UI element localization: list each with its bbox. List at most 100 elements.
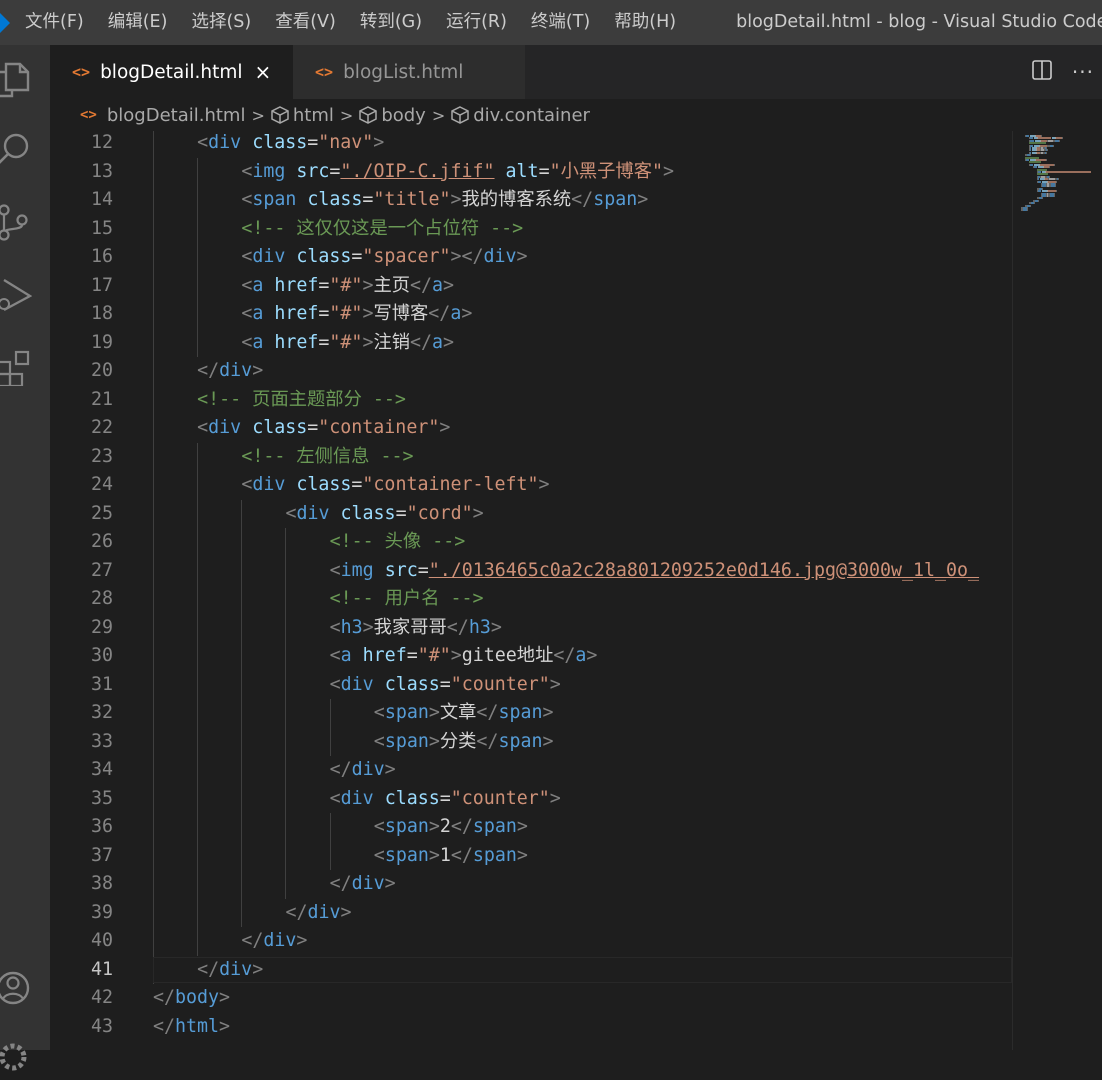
menu-item[interactable]: 编辑(E) <box>96 0 180 45</box>
source-control-icon[interactable] <box>0 197 50 247</box>
code-text: <!-- 用户名 --> <box>330 585 484 614</box>
vscode-logo-icon[interactable] <box>0 0 22 45</box>
menu-item[interactable]: 文件(F) <box>22 0 96 45</box>
code-token: </ <box>153 1015 176 1037</box>
tab-bloglist[interactable]: <> blogList.html <box>293 45 525 99</box>
code-line[interactable]: 26 <!-- 头像 --> <box>50 528 1012 557</box>
code-token: "cord" <box>406 502 473 524</box>
minimap-stroke <box>1046 171 1091 173</box>
code-editor[interactable]: 12 <div class="nav"> 13 <img src="./OIP-C.j… <box>50 131 1012 1050</box>
menu-item[interactable]: 帮助(H) <box>602 0 688 45</box>
menu-item[interactable]: 终端(T) <box>519 0 602 45</box>
code-line[interactable]: 14 <span class="title">我的博客系统</span> <box>50 186 1012 215</box>
code-token: > <box>252 958 264 980</box>
line-number: 20 <box>90 360 113 381</box>
code-line[interactable]: 41 </div> <box>50 956 1012 985</box>
code-line[interactable]: 22 <div class="container"> <box>50 414 1012 443</box>
code-line[interactable]: 29 <h3>我家哥哥</h3> <box>50 614 1012 643</box>
code-token: > <box>516 844 528 866</box>
code-token: </ <box>285 901 308 923</box>
code-line[interactable]: 12 <div class="nav"> <box>50 131 1012 158</box>
minimap-stroke <box>1030 204 1031 207</box>
breadcrumb-body[interactable]: body <box>381 105 426 126</box>
more-actions-icon[interactable]: ··· <box>1072 60 1094 84</box>
code-line[interactable]: 42 </body> <box>50 984 1012 1013</box>
code-line[interactable]: 38 </div> <box>50 870 1012 899</box>
element-cube-icon <box>271 106 289 124</box>
tab-blogdetail[interactable]: <> blogDetail.html × <box>50 45 293 99</box>
code-token: = <box>307 132 319 153</box>
code-line[interactable]: 17 <a href="#">主页</a> <box>50 272 1012 301</box>
minimap[interactable] <box>1012 131 1102 1050</box>
line-number: 22 <box>90 417 113 438</box>
code-line[interactable]: 24 <div class="container-left"> <box>50 471 1012 500</box>
menu-item[interactable]: 选择(S) <box>179 0 263 45</box>
code-line[interactable]: 39 </div> <box>50 899 1012 928</box>
code-line[interactable]: 16 <div class="spacer"></div> <box>50 243 1012 272</box>
explorer-icon[interactable] <box>0 53 50 103</box>
menu-bar: 文件(F) 编辑(E) 选择(S) 查看(V) 转到(G) 运行(R) 终端(T) 帮助(H) <box>22 0 688 45</box>
code-token: span <box>252 189 297 210</box>
code-line[interactable]: 18 <a href="#">写博客</a> <box>50 300 1012 329</box>
breadcrumb-file[interactable]: blogDetail.html <box>107 105 246 126</box>
close-icon[interactable]: × <box>255 60 272 84</box>
code-text: </div> <box>197 357 263 386</box>
breadcrumb-div-container[interactable]: div.container <box>473 105 590 126</box>
html-file-icon: <> <box>315 63 334 81</box>
code-line[interactable]: 27 <img src="./0136465c0a2c28a801209252e0… <box>50 557 1012 586</box>
code-text: </div> <box>330 870 396 899</box>
menu-item[interactable]: 转到(G) <box>348 0 434 45</box>
code-line[interactable]: 34 </div> <box>50 756 1012 785</box>
code-line[interactable]: 43 </html> <box>50 1013 1012 1042</box>
code-token: class <box>296 474 352 495</box>
extensions-icon[interactable] <box>0 341 50 391</box>
code-token: > <box>443 331 455 353</box>
code-token: div <box>219 360 253 381</box>
menu-item[interactable]: 查看(V) <box>263 0 348 45</box>
code-line[interactable]: 40 </div> <box>50 927 1012 956</box>
settings-gear-icon[interactable] <box>0 1030 50 1080</box>
code-line[interactable]: 36 <span>2</span> <box>50 813 1012 842</box>
search-icon[interactable] <box>0 125 50 175</box>
code-token: </ <box>428 303 451 324</box>
run-debug-icon[interactable] <box>0 269 50 319</box>
minimap-stroke <box>1059 139 1060 142</box>
breadcrumb-separator: > <box>251 105 265 125</box>
code-line[interactable]: 30 <a href="#">gitee地址</a> <box>50 642 1012 671</box>
code-line[interactable]: 35 <div class="counter"> <box>50 785 1012 814</box>
code-line[interactable]: 33 <span>分类</span> <box>50 728 1012 757</box>
code-text: <img src="./OIP-C.jfif" alt="小黑子博客"> <box>241 158 674 187</box>
split-editor-icon[interactable] <box>1032 60 1052 84</box>
code-line[interactable]: 37 <span>1</span> <box>50 842 1012 871</box>
code-token: > <box>428 730 440 752</box>
code-token: class <box>252 417 308 438</box>
code-line[interactable]: 19 <a href="#">注销</a> <box>50 329 1012 358</box>
code-token: h3 <box>340 616 363 638</box>
code-token: div <box>351 873 385 894</box>
code-token: "#" <box>417 645 451 666</box>
code-token: div <box>483 246 517 267</box>
code-line[interactable]: 25 <div class="cord"> <box>50 500 1012 529</box>
menu-item[interactable]: 运行(R) <box>434 0 519 45</box>
code-line[interactable]: 31 <div class="counter"> <box>50 671 1012 700</box>
code-token: > <box>516 816 528 837</box>
account-icon[interactable] <box>0 963 50 1013</box>
breadcrumb-html[interactable]: html <box>293 105 334 126</box>
code-line[interactable]: 15 <!-- 这仅仅这是一个占位符 --> <box>50 215 1012 244</box>
code-line[interactable]: 20 </div> <box>50 357 1012 386</box>
code-token: </ <box>553 645 576 666</box>
code-line[interactable]: 13 <img src="./OIP-C.jfif" alt="小黑子博客"> <box>50 158 1012 187</box>
code-line[interactable]: 23 <!-- 左侧信息 --> <box>50 443 1012 472</box>
code-line[interactable]: 32 <span>文章</span> <box>50 699 1012 728</box>
code-token: span <box>384 702 429 723</box>
code-text: </html> <box>153 1013 230 1042</box>
code-token: gitee地址 <box>461 645 554 666</box>
line-number: 24 <box>90 474 113 495</box>
code-text: <div class="container"> <box>197 414 450 443</box>
code-line[interactable]: 28 <!-- 用户名 --> <box>50 585 1012 614</box>
code-line[interactable]: 21 <!-- 页面主题部分 --> <box>50 386 1012 415</box>
